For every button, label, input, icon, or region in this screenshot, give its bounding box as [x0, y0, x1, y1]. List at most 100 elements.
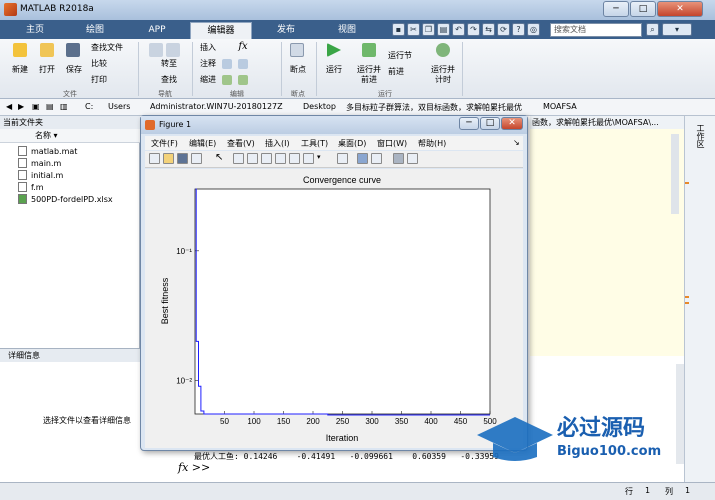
- community-icon[interactable]: ◎: [527, 23, 540, 36]
- forward-arrow-icon[interactable]: ▶: [18, 102, 24, 111]
- copy-icon[interactable]: ❐: [422, 23, 435, 36]
- file-item[interactable]: initial.m: [18, 170, 63, 181]
- brush-icon[interactable]: [303, 153, 314, 164]
- hide-plot-tools-icon[interactable]: [393, 153, 404, 164]
- menu-help[interactable]: 帮助(H): [418, 138, 446, 149]
- new-button[interactable]: 新建: [8, 65, 32, 75]
- open-button[interactable]: 打开: [34, 65, 60, 75]
- colorbar-icon[interactable]: [357, 153, 368, 164]
- file-item[interactable]: main.m: [18, 158, 61, 169]
- link-plot-icon[interactable]: [337, 153, 348, 164]
- figure-minimize-button[interactable]: ─: [459, 117, 479, 130]
- save-figure-icon[interactable]: [177, 153, 188, 164]
- advance-button[interactable]: 前进: [388, 67, 426, 77]
- comment-percent-icon[interactable]: [222, 59, 232, 69]
- address-seg-desktop[interactable]: Desktop: [303, 102, 336, 111]
- goto-button[interactable]: 转至: [150, 59, 188, 69]
- zoom-out-icon[interactable]: [247, 153, 258, 164]
- find-files-button[interactable]: 查找文件: [91, 43, 137, 53]
- menu-window[interactable]: 窗口(W): [377, 138, 407, 149]
- search-icon[interactable]: ⌕: [646, 23, 659, 36]
- compare-button[interactable]: 比较: [91, 59, 131, 69]
- find-button[interactable]: 查找: [150, 75, 188, 85]
- switch-windows-icon[interactable]: ⇆: [482, 23, 495, 36]
- editor-area[interactable]: 函数，求解帕累托最优\MOAFSA\...: [530, 116, 684, 356]
- figure-window[interactable]: Figure 1 ─ □ ✕ 文件(F) 编辑(E) 查看(V) 插入(I) 工…: [140, 115, 528, 451]
- editor-scrollbar[interactable]: [671, 134, 679, 214]
- legend-icon[interactable]: [371, 153, 382, 164]
- minimize-button[interactable]: ─: [603, 1, 629, 17]
- close-button[interactable]: ✕: [657, 1, 703, 17]
- brush-dropdown-icon[interactable]: ▾: [317, 153, 328, 164]
- browse-folder-icon[interactable]: ▥: [60, 102, 68, 111]
- menu-edit[interactable]: 编辑(E): [189, 138, 216, 149]
- data-cursor-icon[interactable]: [289, 153, 300, 164]
- run-button[interactable]: 运行: [322, 65, 346, 75]
- refresh-icon[interactable]: ⟳: [497, 23, 510, 36]
- undo-icon[interactable]: ↶: [452, 23, 465, 36]
- tab-view[interactable]: 视图: [316, 22, 378, 39]
- figure-close-button[interactable]: ✕: [501, 117, 523, 130]
- save-button[interactable]: 保存: [61, 65, 87, 75]
- figure-maximize-button[interactable]: □: [480, 117, 500, 130]
- breakpoints-button[interactable]: 断点: [284, 65, 312, 75]
- print-button[interactable]: 打印: [91, 75, 131, 85]
- menu-insert[interactable]: 插入(I): [265, 138, 290, 149]
- address-seg-user[interactable]: Administrator.WIN7U-20180127Z: [150, 102, 283, 111]
- pointer-icon[interactable]: ↖: [215, 153, 226, 164]
- insert-button[interactable]: 插入: [197, 43, 219, 53]
- print-figure-icon[interactable]: [191, 153, 202, 164]
- indent-button[interactable]: 缩进: [197, 75, 219, 85]
- help-icon[interactable]: ?: [512, 23, 525, 36]
- file-item[interactable]: 500PD-fordelPD.xlsx: [18, 194, 113, 205]
- pan-icon[interactable]: [261, 153, 272, 164]
- rotate-icon[interactable]: [275, 153, 286, 164]
- workspace-label[interactable]: 工作区: [695, 124, 706, 148]
- wrap-icon[interactable]: [238, 59, 248, 69]
- file-item[interactable]: f.m: [18, 182, 44, 193]
- address-seg-folder[interactable]: MOAFSA: [543, 102, 577, 111]
- fx-button[interactable]: fx: [236, 42, 250, 52]
- comment-button[interactable]: 注释: [197, 59, 219, 69]
- figure-title-bar[interactable]: Figure 1 ─ □ ✕: [141, 116, 527, 134]
- new-figure-icon[interactable]: [149, 153, 160, 164]
- folder-icon[interactable]: ▤: [46, 102, 54, 111]
- command-prompt[interactable]: fx >>: [178, 461, 210, 474]
- file-item[interactable]: matlab.mat: [18, 146, 77, 157]
- menu-desktop[interactable]: 桌面(D): [338, 138, 366, 149]
- cut-icon[interactable]: ✂: [407, 23, 420, 36]
- name-column-header[interactable]: 名称 ▾: [0, 129, 140, 143]
- tab-publish[interactable]: 发布: [255, 22, 317, 39]
- address-seg-project[interactable]: 多目标粒子群算法，双目标函数，求解帕累托最优: [346, 102, 522, 113]
- open-file-icon[interactable]: [163, 153, 174, 164]
- decrease-indent-icon[interactable]: [238, 75, 248, 85]
- nav-forward-icon[interactable]: [166, 43, 180, 57]
- watermark-main: 必过源码: [557, 415, 645, 441]
- zoom-in-icon[interactable]: [233, 153, 244, 164]
- back-arrow-icon[interactable]: ◀: [6, 102, 12, 111]
- search-input[interactable]: 搜索文档: [550, 23, 642, 37]
- save-icon[interactable]: ▪: [392, 23, 405, 36]
- paste-icon[interactable]: ▤: [437, 23, 450, 36]
- run-icon: [327, 43, 341, 57]
- nav-back-icon[interactable]: [149, 43, 163, 57]
- menu-file[interactable]: 文件(F): [151, 138, 178, 149]
- menu-dock-arrow-icon[interactable]: ↘: [513, 138, 520, 147]
- tab-plots[interactable]: 绘图: [64, 22, 126, 39]
- run-advance-button[interactable]: 运行并 前进: [353, 65, 385, 85]
- smart-indent-icon[interactable]: [222, 75, 232, 85]
- address-seg-users[interactable]: Users: [108, 102, 130, 111]
- run-and-time-button[interactable]: 运行并 计时: [428, 65, 458, 85]
- tab-editor[interactable]: 编辑器: [190, 22, 252, 39]
- run-section-button[interactable]: 运行节: [388, 51, 426, 61]
- tab-apps[interactable]: APP: [126, 22, 188, 39]
- menu-tools[interactable]: 工具(T): [301, 138, 328, 149]
- menu-view[interactable]: 查看(V): [227, 138, 255, 149]
- redo-icon[interactable]: ↷: [467, 23, 480, 36]
- show-plot-tools-icon[interactable]: [407, 153, 418, 164]
- user-menu-icon[interactable]: ▾: [662, 23, 692, 36]
- tab-home[interactable]: 主页: [4, 22, 66, 39]
- address-seg-drive[interactable]: C:: [85, 102, 93, 111]
- maximize-button[interactable]: □: [630, 1, 656, 17]
- folder-up-icon[interactable]: ▣: [32, 102, 40, 111]
